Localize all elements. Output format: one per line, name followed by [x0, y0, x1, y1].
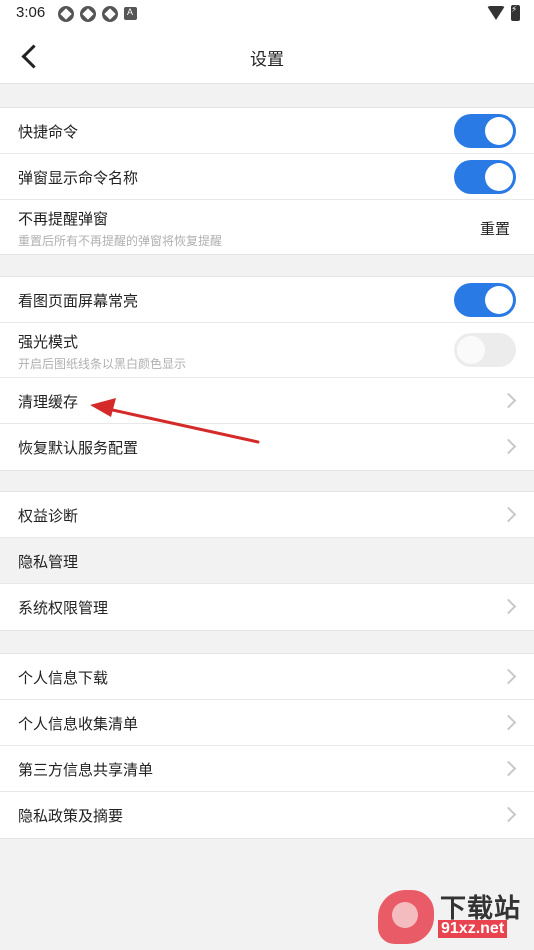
- high-light-mode-toggle[interactable]: [454, 333, 516, 367]
- system-status: [487, 5, 520, 21]
- row-quick-command: 快捷命令: [0, 108, 534, 154]
- personal-info-collection-label: 个人信息收集清单: [18, 715, 139, 733]
- settings-group-general: 快捷命令 弹窗显示命令名称 不再提醒弹窗 重置后所有不再提醒的弹窗将恢复提醒 重…: [0, 107, 534, 255]
- navigation-bar: 设置: [0, 28, 534, 84]
- privacy-policy-label: 隐私政策及摘要: [18, 807, 124, 825]
- clear-cache-label: 清理缓存: [18, 393, 79, 411]
- toggle-knob: [457, 336, 485, 364]
- status-time: 3:06: [16, 4, 46, 21]
- toggle-knob: [485, 286, 513, 314]
- no-remind-popup-description: 重置后所有不再提醒的弹窗将恢复提醒: [18, 234, 223, 248]
- chevron-right-icon: [500, 506, 517, 523]
- chevron-right-icon: [500, 806, 517, 823]
- list-item[interactable]: 个人信息收集清单: [0, 700, 534, 746]
- notification-icons: [58, 6, 137, 22]
- personal-info-download-label: 个人信息下载: [18, 669, 109, 687]
- list-item[interactable]: 隐私政策及摘要: [0, 792, 534, 838]
- rights-diagnosis-label: 权益诊断: [18, 507, 79, 525]
- watermark-logo-icon: [378, 890, 434, 944]
- reset-button[interactable]: 重置: [480, 218, 510, 239]
- quick-command-label: 快捷命令: [18, 123, 79, 141]
- status-bar: 3:06: [0, 0, 534, 28]
- chevron-right-icon: [500, 392, 517, 409]
- chevron-right-icon: [500, 668, 517, 685]
- quick-command-toggle[interactable]: [454, 114, 516, 148]
- app-notification-icon: [58, 6, 74, 22]
- wifi-icon: [487, 6, 505, 20]
- page-title: 设置: [250, 50, 284, 70]
- chevron-right-icon: [500, 598, 517, 615]
- settings-group-display: 看图页面屏幕常亮 强光模式 开启后图纸线条以黑白颜色显示 清理缓存 恢复默认服务…: [0, 276, 534, 471]
- restore-default-label: 恢复默认服务配置: [18, 439, 139, 457]
- no-remind-popup-label: 不再提醒弹窗: [18, 210, 109, 228]
- chevron-right-icon: [500, 760, 517, 777]
- screen-always-on-label: 看图页面屏幕常亮: [18, 292, 139, 310]
- app-notification-icon: [102, 6, 118, 22]
- battery-charging-icon: [511, 5, 520, 21]
- row-screen-always-on: 看图页面屏幕常亮: [0, 277, 534, 323]
- chevron-right-icon: [500, 714, 517, 731]
- privacy-header-label: 隐私管理: [18, 553, 79, 571]
- row-clear-cache[interactable]: 清理缓存: [0, 378, 534, 424]
- popup-command-name-toggle[interactable]: [454, 160, 516, 194]
- row-system-permissions[interactable]: 系统权限管理: [0, 584, 534, 630]
- system-permissions-label: 系统权限管理: [18, 599, 109, 617]
- settings-group-rights: 权益诊断 隐私管理 系统权限管理: [0, 491, 534, 631]
- row-no-remind-popup: 不再提醒弹窗 重置后所有不再提醒的弹窗将恢复提醒 重置: [0, 200, 534, 254]
- row-restore-default[interactable]: 恢复默认服务配置: [0, 424, 534, 470]
- row-rights-diagnosis[interactable]: 权益诊断: [0, 492, 534, 538]
- row-popup-command-name: 弹窗显示命令名称: [0, 154, 534, 200]
- popup-command-name-label: 弹窗显示命令名称: [18, 169, 139, 187]
- settings-group-privacy: 个人信息下载 个人信息收集清单 第三方信息共享清单 隐私政策及摘要: [0, 653, 534, 839]
- chevron-right-icon: [500, 438, 517, 455]
- privacy-section-header: 隐私管理: [0, 538, 534, 584]
- row-high-light-mode: 强光模式 开启后图纸线条以黑白颜色显示: [0, 323, 534, 378]
- list-item[interactable]: 个人信息下载: [0, 654, 534, 700]
- app-notification-icon: [80, 6, 96, 22]
- third-party-sharing-label: 第三方信息共享清单: [18, 761, 154, 779]
- high-light-mode-description: 开启后图纸线条以黑白颜色显示: [18, 357, 187, 371]
- toggle-knob: [485, 163, 513, 191]
- toggle-knob: [485, 117, 513, 145]
- watermark: 下载站 91xz.net: [378, 886, 528, 946]
- screen-always-on-toggle[interactable]: [454, 283, 516, 317]
- app-notification-icon: [124, 7, 137, 20]
- watermark-url: 91xz.net: [438, 920, 508, 938]
- high-light-mode-label: 强光模式: [18, 333, 79, 351]
- list-item[interactable]: 第三方信息共享清单: [0, 746, 534, 792]
